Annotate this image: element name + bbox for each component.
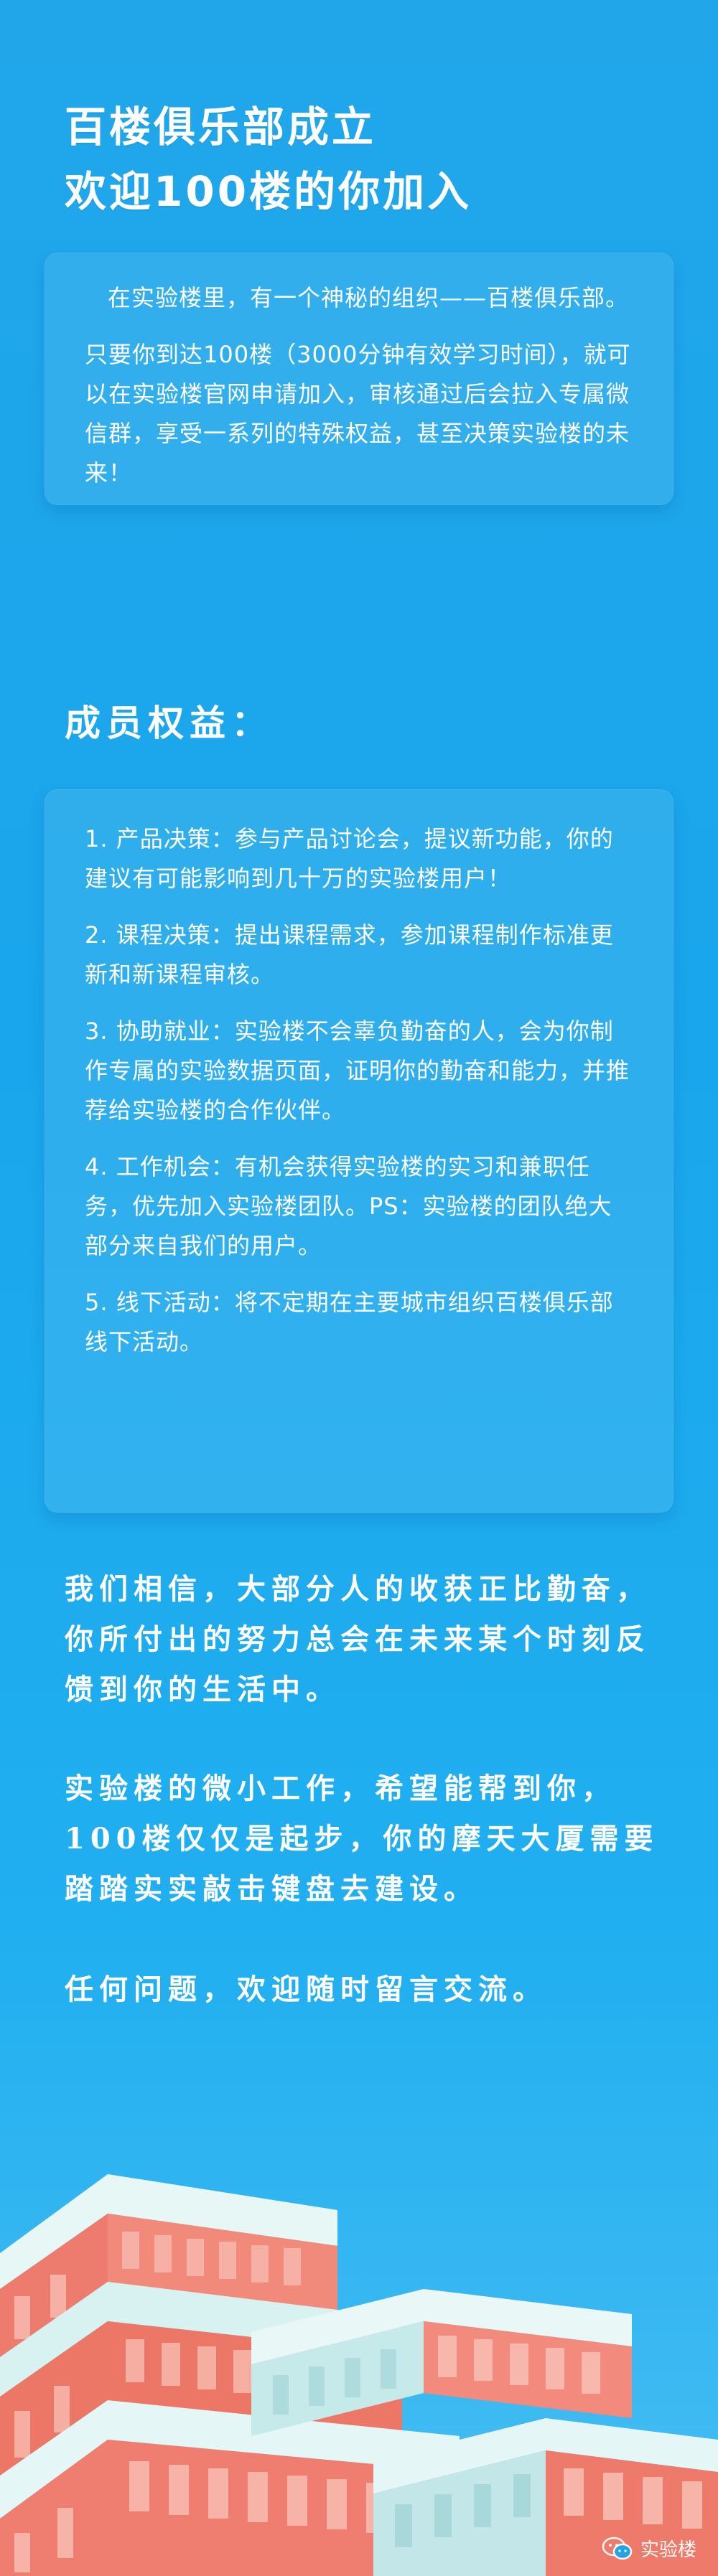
intro-card: 在实验楼里，有一个神秘的组织——百楼俱乐部。 只要你到达100楼（3000分钟有… xyxy=(45,253,673,505)
benefit-item-employment: 3. 协助就业：实验楼不会辜负勤奋的人，会为你制作专属的实验数据页面，证明你的勤… xyxy=(85,1017,630,1124)
benefits-card: 1. 产品决策：参与产品讨论会，提议新功能，你的建议有可能影响到几十万的实验楼用… xyxy=(45,789,673,1513)
intro-paragraph-2: 只要你到达100楼（3000分钟有效学习时间），就可以在实验楼官网申请加入，审核… xyxy=(85,341,631,486)
benefit-item-product: 1. 产品决策：参与产品讨论会，提议新功能，你的建议有可能影响到几十万的实验楼用… xyxy=(85,825,614,892)
title-line-1: 百楼俱乐部成立 xyxy=(65,103,377,151)
closing-paragraph-2: 实验楼的微小工作，希望能帮到你，100楼仅仅是起步，你的摩天大厦需要踏踏实实敲击… xyxy=(65,1772,659,1906)
closing-paragraph-1: 我们相信，大部分人的收获正比勤奋，你所付出的努力总会在未来某个时刻反馈到你的生活… xyxy=(65,1572,651,1706)
wechat-watermark: 实验楼 xyxy=(602,2535,696,2562)
building-illustration xyxy=(0,2174,718,2576)
page-title: 百楼俱乐部成立 欢迎100楼的你加入 xyxy=(65,95,682,224)
benefit-item-job: 4. 工作机会：有机会获得实验楼的实习和兼职任务，优先加入实验楼团队。PS：实验… xyxy=(85,1153,612,1259)
benefit-item-course: 2. 课程决策：提出课程需求，参加课程制作标准更新和新课程审核。 xyxy=(85,921,614,988)
benefits-heading: 成员权益： xyxy=(65,702,273,744)
wechat-icon xyxy=(602,2537,633,2559)
title-line-2: 欢迎100楼的你加入 xyxy=(65,167,472,216)
benefit-item-offline: 5. 线下活动：将不定期在主要城市组织百楼俱乐部线下活动。 xyxy=(85,1289,614,1355)
watermark-text: 实验楼 xyxy=(640,2539,696,2561)
intro-paragraph-1: 在实验楼里，有一个神秘的组织——百楼俱乐部。 xyxy=(108,284,630,311)
closing-paragraph-3: 任何问题，欢迎随时留言交流。 xyxy=(65,1973,547,2006)
